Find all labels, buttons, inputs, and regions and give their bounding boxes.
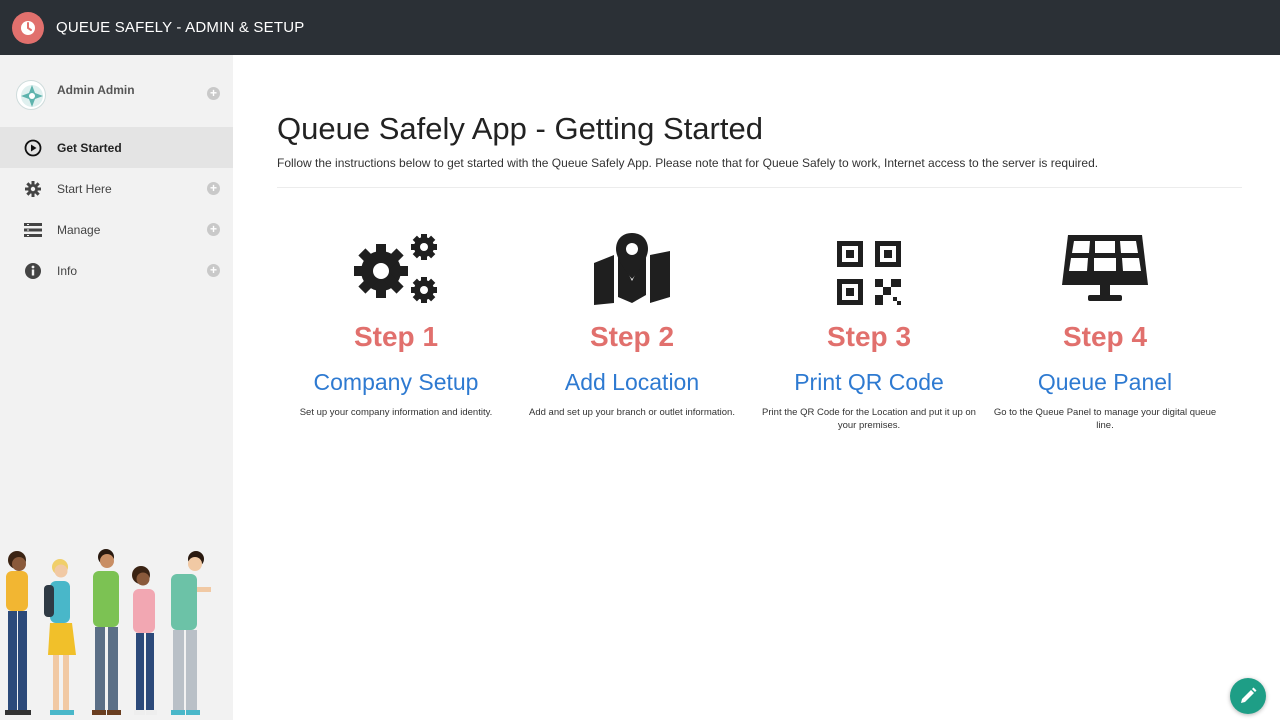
step-number: Step 1: [353, 321, 439, 352]
top-bar: QUEUE SAFELY - ADMIN & SETUP: [0, 0, 1280, 55]
list-icon: [24, 223, 42, 237]
map-location-icon: [594, 233, 670, 305]
gear-icon: [25, 181, 41, 197]
queue-people-illustration: [5, 549, 211, 715]
step-card-4: Step 4 Queue Panel Go to the Queue Panel…: [987, 225, 1223, 432]
sidebar-item-label: Get Started: [57, 140, 122, 155]
step-number: Step 3: [826, 321, 912, 352]
app-title: QUEUE SAFELY - ADMIN & SETUP: [56, 19, 305, 36]
sidebar-item-manage[interactable]: Manage +: [0, 209, 233, 250]
sidebar-item-label: Start Here: [57, 181, 112, 196]
step-card-2: Step 2 Add Location Add and set up your …: [514, 225, 750, 419]
sidebar-item-label: Manage: [57, 222, 101, 237]
user-name: Admin Admin: [57, 83, 135, 97]
page-title: Queue Safely App - Getting Started: [277, 111, 763, 146]
play-circle-icon: [24, 139, 42, 157]
display-panel-icon: [1062, 235, 1148, 301]
main-content: Queue Safely App - Getting Started Follo…: [233, 55, 1280, 720]
step-link-company-setup[interactable]: Company Setup: [278, 369, 514, 396]
expand-icon[interactable]: +: [207, 223, 220, 236]
sidebar-item-label: Info: [57, 263, 78, 278]
sidebar: Admin Admin + Get Started Start Here + M…: [0, 55, 233, 720]
user-profile[interactable]: Admin Admin +: [0, 77, 233, 113]
edit-fab-button[interactable]: [1230, 678, 1266, 714]
sidebar-item-get-started[interactable]: Get Started: [0, 127, 233, 168]
step-link-add-location[interactable]: Add Location: [514, 369, 750, 396]
sidebar-item-start-here[interactable]: Start Here +: [0, 168, 233, 209]
sidebar-item-info[interactable]: Info +: [0, 250, 233, 291]
step-link-print-qr-code[interactable]: Print QR Code: [751, 369, 987, 396]
page-description: Follow the instructions below to get sta…: [277, 156, 1099, 170]
app-logo-icon[interactable]: [12, 11, 44, 44]
expand-icon[interactable]: +: [207, 182, 220, 195]
expand-user-icon[interactable]: +: [207, 87, 220, 100]
step-card-1: Step 1 Company Setup Set up your company…: [278, 225, 514, 419]
step-number: Step 2: [589, 321, 675, 352]
step-number: Step 4: [1062, 321, 1148, 352]
info-icon: [25, 263, 41, 279]
divider: [277, 187, 1242, 188]
step-card-3: Step 3 Print QR Code Print the QR Code f…: [751, 225, 987, 432]
step-description: Set up your company information and iden…: [299, 407, 493, 418]
step-description: Go to the Queue Panel to manage your dig…: [993, 407, 1217, 431]
avatar: [16, 80, 46, 110]
step-description: Print the QR Code for the Location and p…: [762, 407, 976, 431]
pencil-icon: [1241, 687, 1257, 703]
gears-icon: [354, 234, 437, 303]
step-description: Add and set up your branch or outlet inf…: [529, 407, 735, 418]
qr-code-icon: [837, 241, 901, 305]
step-link-queue-panel[interactable]: Queue Panel: [987, 369, 1223, 396]
expand-icon[interactable]: +: [207, 264, 220, 277]
